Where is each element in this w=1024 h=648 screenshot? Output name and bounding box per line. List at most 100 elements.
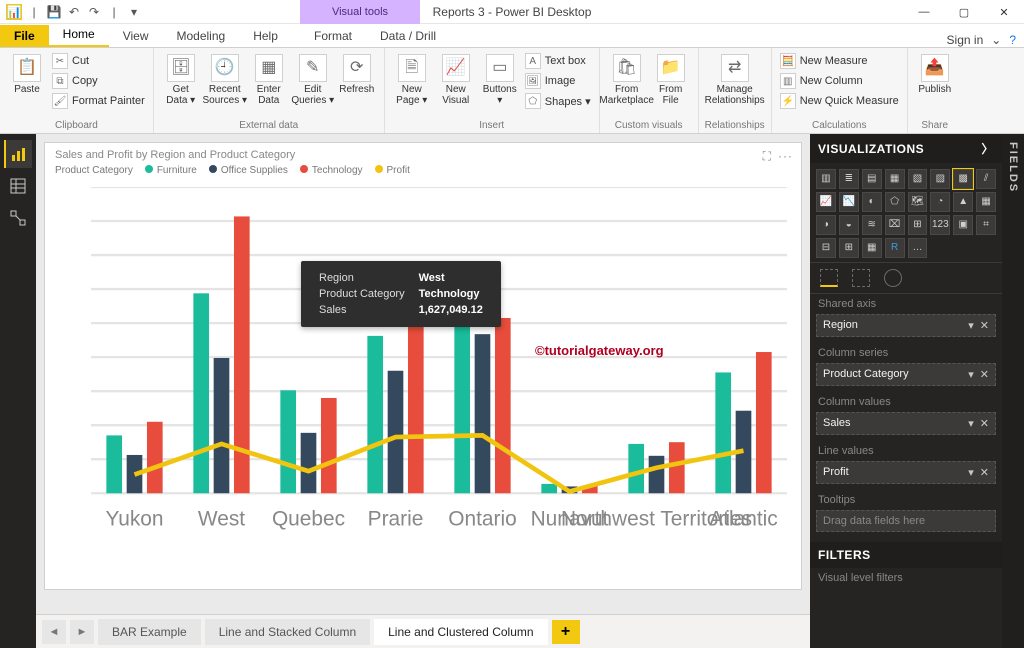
page-nav-prev[interactable]: ◄ <box>42 620 66 644</box>
viz-type-icon[interactable]: R <box>885 238 905 258</box>
remove-field-icon[interactable]: ✕ <box>980 417 989 430</box>
viz-type-icon[interactable]: 123 <box>930 215 950 235</box>
tab-view[interactable]: View <box>109 25 163 47</box>
window-minimize-button[interactable]: — <box>904 0 944 24</box>
page-tab[interactable]: BAR Example <box>98 619 201 645</box>
get-data-button[interactable]: 🗄Get Data ▾ <box>160 52 202 108</box>
more-options-icon[interactable]: ··· <box>778 149 793 163</box>
viz-type-icon[interactable]: ▩ <box>953 169 973 189</box>
chevron-down-icon[interactable]: ⌄ <box>991 33 1001 47</box>
chevron-right-icon[interactable]: 〉 <box>981 140 994 157</box>
page-tab[interactable]: Line and Stacked Column <box>205 619 370 645</box>
viz-type-icon[interactable]: ≋ <box>862 215 882 235</box>
enter-data-button[interactable]: ▦Enter Data <box>248 52 290 108</box>
viz-type-icon[interactable]: ▦ <box>885 169 905 189</box>
field-well-tooltips[interactable]: Drag data fields here <box>816 510 996 532</box>
pane-header[interactable]: VISUALIZATIONS 〉 <box>810 134 1002 163</box>
copy-button[interactable]: ⧉Copy <box>50 72 147 90</box>
filters-header[interactable]: FILTERS <box>810 542 1002 568</box>
viz-type-icon[interactable]: ◔ <box>930 192 950 212</box>
field-well-product-category[interactable]: Product Category▾✕ <box>816 363 996 386</box>
viz-type-icon[interactable]: ▧ <box>908 169 928 189</box>
report-view-button[interactable] <box>4 140 32 168</box>
tab-modeling[interactable]: Modeling <box>162 25 239 47</box>
viz-type-icon[interactable]: 📈 <box>816 192 836 212</box>
viz-type-icon[interactable]: ▣ <box>953 215 973 235</box>
viz-type-icon[interactable]: ⊟ <box>816 238 836 258</box>
save-icon[interactable]: 💾 <box>46 4 62 20</box>
new-visual-button[interactable]: 📈New Visual <box>435 52 477 108</box>
viz-type-icon[interactable]: 📉 <box>839 192 859 212</box>
remove-field-icon[interactable]: ✕ <box>980 319 989 332</box>
chevron-down-icon[interactable]: ▾ <box>968 466 974 479</box>
chevron-down-icon[interactable]: ▾ <box>968 417 974 430</box>
viz-type-icon[interactable]: 🗺 <box>908 192 928 212</box>
from-marketplace-button[interactable]: 🛍From Marketplace <box>606 52 648 108</box>
tab-home[interactable]: Home <box>49 23 109 47</box>
tab-format[interactable]: Format <box>300 25 366 47</box>
textbox-button[interactable]: AText box <box>523 52 593 70</box>
format-painter-button[interactable]: 🖌Format Painter <box>50 92 147 110</box>
image-button[interactable]: 🖼Image <box>523 72 593 90</box>
viz-type-icon[interactable]: ▦ <box>976 192 996 212</box>
viz-type-icon[interactable]: ⬠ <box>885 192 905 212</box>
viz-type-icon[interactable]: ▥ <box>816 169 836 189</box>
viz-type-icon[interactable]: ▨ <box>930 169 950 189</box>
model-view-button[interactable] <box>4 204 32 232</box>
data-view-button[interactable] <box>4 172 32 200</box>
edit-queries-button[interactable]: ✎Edit Queries ▾ <box>292 52 334 108</box>
fields-tab-icon[interactable] <box>820 269 838 287</box>
cut-button[interactable]: ✂Cut <box>50 52 147 70</box>
fields-pane-collapsed[interactable]: FIELDS <box>1002 134 1024 648</box>
viz-type-icon[interactable]: ▦ <box>862 238 882 258</box>
new-measure-button[interactable]: 🧮New Measure <box>778 52 901 70</box>
refresh-button[interactable]: ⟳Refresh <box>336 52 378 97</box>
remove-field-icon[interactable]: ✕ <box>980 368 989 381</box>
page-tab[interactable]: Line and Clustered Column <box>374 619 547 645</box>
publish-button[interactable]: 📤Publish <box>914 52 956 97</box>
sign-in-link[interactable]: Sign in <box>947 33 984 47</box>
new-column-button[interactable]: ▥New Column <box>778 72 901 90</box>
viz-type-icon[interactable]: ⌧ <box>885 215 905 235</box>
window-close-button[interactable]: ✕ <box>984 0 1024 24</box>
file-tab[interactable]: File <box>0 25 49 47</box>
manage-relationships-button[interactable]: ⇄Manage Relationships <box>705 52 765 108</box>
help-icon[interactable]: ? <box>1009 33 1016 47</box>
viz-type-icon[interactable]: ▲ <box>953 192 973 212</box>
viz-type-icon[interactable]: ⊞ <box>908 215 928 235</box>
viz-type-icon[interactable]: ⫽ <box>976 169 996 189</box>
viz-type-icon[interactable]: ⌗ <box>976 215 996 235</box>
window-maximize-button[interactable]: ▢ <box>944 0 984 24</box>
shapes-button[interactable]: ⬠Shapes ▾ <box>523 92 593 110</box>
buttons-button[interactable]: ▭Buttons ▾ <box>479 52 521 108</box>
chevron-down-icon[interactable]: ▾ <box>968 368 974 381</box>
viz-type-icon[interactable]: ≣ <box>839 169 859 189</box>
remove-field-icon[interactable]: ✕ <box>980 466 989 479</box>
viz-type-icon[interactable]: … <box>908 238 928 258</box>
field-well-sales[interactable]: Sales▾✕ <box>816 412 996 435</box>
viz-type-icon[interactable]: ▤ <box>862 169 882 189</box>
add-page-button[interactable]: + <box>552 620 580 644</box>
viz-type-icon[interactable]: ◑ <box>816 215 836 235</box>
recent-sources-button[interactable]: 🕘Recent Sources ▾ <box>204 52 246 108</box>
focus-mode-icon[interactable]: ⛶ <box>763 149 771 164</box>
tab-data-drill[interactable]: Data / Drill <box>366 25 450 47</box>
qat-customize-icon[interactable]: ▾ <box>126 4 142 20</box>
format-tab-icon[interactable] <box>852 269 870 287</box>
redo-icon[interactable]: ↷ <box>86 4 102 20</box>
analytics-tab-icon[interactable] <box>884 269 902 287</box>
new-page-button[interactable]: 🗎New Page ▾ <box>391 52 433 108</box>
new-quick-measure-button[interactable]: ⚡New Quick Measure <box>778 92 901 110</box>
field-well-region[interactable]: Region▾✕ <box>816 314 996 337</box>
page-nav-next[interactable]: ► <box>70 620 94 644</box>
tab-help[interactable]: Help <box>239 25 292 47</box>
chevron-down-icon[interactable]: ▾ <box>968 319 974 332</box>
viz-type-icon[interactable]: ◒ <box>839 215 859 235</box>
viz-type-icon[interactable]: ⊞ <box>839 238 859 258</box>
viz-type-icon[interactable]: ◐ <box>862 192 882 212</box>
paste-button[interactable]: 📋 Paste <box>6 52 48 97</box>
undo-icon[interactable]: ↶ <box>66 4 82 20</box>
from-file-button[interactable]: 📁From File <box>650 52 692 108</box>
chart-visual[interactable]: ⛶ ··· Sales and Profit by Region and Pro… <box>44 142 802 590</box>
field-well-profit[interactable]: Profit▾✕ <box>816 461 996 484</box>
